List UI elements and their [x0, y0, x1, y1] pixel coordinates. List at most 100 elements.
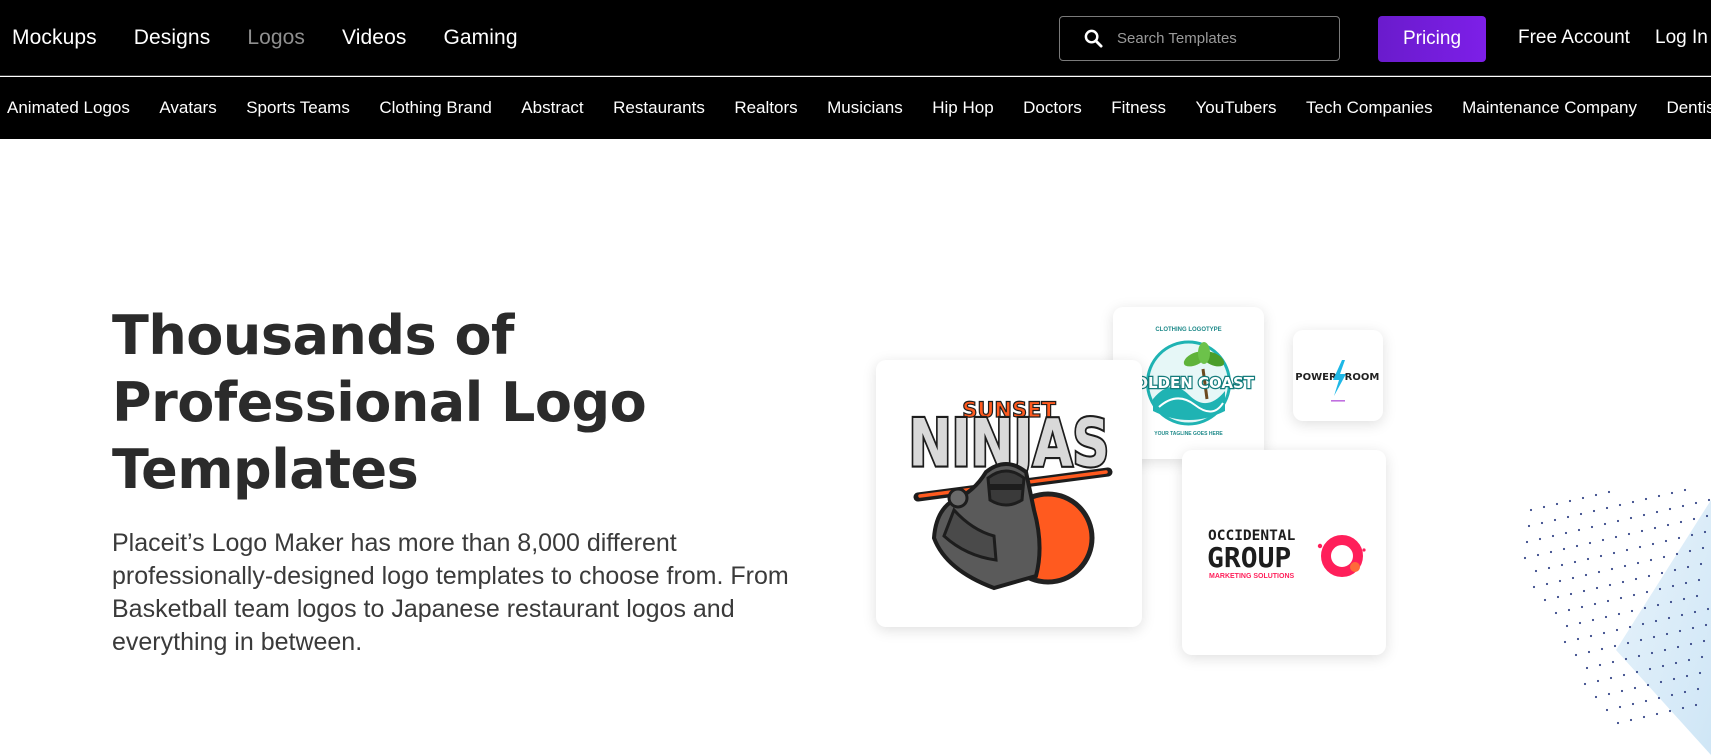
decor-dot [1527, 524, 1531, 528]
category-hip-hop[interactable]: Hip Hop [932, 98, 993, 118]
decor-dot [1644, 497, 1648, 501]
search-input[interactable] [1117, 30, 1327, 47]
sunset-ninjas-logo: SUNSET NINJAS [907, 397, 1113, 591]
logo-card-power-room[interactable]: POWER ROOM [1293, 330, 1383, 421]
category-maintenance-company[interactable]: Maintenance Company [1462, 98, 1637, 118]
decor-dot [1684, 581, 1688, 585]
decor-dot [1635, 670, 1639, 674]
decor-dot [1680, 613, 1684, 617]
decor-dot [1681, 706, 1685, 710]
decor-dot [1577, 528, 1581, 532]
category-dentists[interactable]: Dentists [1666, 98, 1711, 118]
decor-dot [1629, 718, 1633, 722]
category-restaurants[interactable]: Restaurants [613, 98, 705, 118]
pricing-button[interactable]: Pricing [1378, 16, 1486, 62]
decor-dot [1604, 615, 1608, 619]
decor-dot [1628, 625, 1632, 629]
decor-dot [1529, 508, 1533, 512]
decor-dot [1605, 506, 1609, 510]
decor-dot [1545, 582, 1549, 586]
search-icon [1084, 29, 1103, 48]
decor-dot [1677, 536, 1681, 540]
decor-dot [1589, 634, 1593, 638]
decor-dot [1594, 493, 1598, 497]
nav-logos[interactable]: Logos [247, 26, 305, 50]
decor-dot [1579, 512, 1583, 516]
hero-description: Placeit’s Logo Maker has more than 8,000… [112, 529, 789, 656]
decor-dot [1605, 708, 1609, 712]
decor-dot [1584, 573, 1588, 577]
nav-designs[interactable]: Designs [134, 26, 211, 50]
decor-dot [1619, 596, 1623, 600]
category-realtors[interactable]: Realtors [734, 98, 797, 118]
decor-dot [1534, 569, 1538, 573]
decor-dot [1573, 560, 1577, 564]
decor-dot [1663, 648, 1667, 652]
decor-dot [1592, 509, 1596, 513]
decor-dot [1643, 606, 1647, 610]
decor-dot [1629, 516, 1633, 520]
decor-dot [1542, 505, 1546, 509]
decor-dot [1624, 657, 1628, 661]
category-avatars[interactable]: Avatars [159, 98, 216, 118]
decor-dot [1669, 600, 1673, 604]
decor-dot [1651, 542, 1655, 546]
decor-dot [1655, 510, 1659, 514]
decor-dot [1689, 642, 1693, 646]
decor-dot [1616, 721, 1620, 725]
decor-dot [1695, 594, 1699, 598]
category-fitness[interactable]: Fitness [1111, 98, 1166, 118]
decor-dot [1707, 498, 1711, 502]
decor-dot [1666, 523, 1670, 527]
category-abstract[interactable]: Abstract [521, 98, 583, 118]
decor-dot [1615, 628, 1619, 632]
category-doctors[interactable]: Doctors [1023, 98, 1082, 118]
decor-dot [1644, 699, 1648, 703]
decor-dot [1609, 676, 1613, 680]
free-account-link[interactable]: Free Account [1518, 0, 1630, 76]
decor-dot [1654, 619, 1658, 623]
search-box[interactable] [1059, 16, 1340, 61]
logo-card-occidental-group[interactable]: OCCIDENTAL GROUP MARKETING SOLUTIONS [1182, 450, 1386, 655]
logo-card-sunset-ninjas[interactable]: SUNSET NINJAS [876, 360, 1142, 627]
decor-dot [1632, 593, 1636, 597]
nav-mockups[interactable]: Mockups [12, 26, 97, 50]
decor-dot [1631, 500, 1635, 504]
decor-dot [1617, 612, 1621, 616]
decor-dot [1630, 609, 1634, 613]
decor-dot [1607, 490, 1611, 494]
top-navbar: Mockups Designs Logos Videos Gaming Pric… [0, 0, 1711, 76]
category-sports-teams[interactable]: Sports Teams [246, 98, 350, 118]
decor-dot [1523, 556, 1527, 560]
decor-dot [1594, 695, 1598, 699]
decor-dot [1639, 638, 1643, 642]
decor-dot [1662, 555, 1666, 559]
decor-dot [1568, 499, 1572, 503]
category-youtubers[interactable]: YouTubers [1196, 98, 1277, 118]
decor-dot [1659, 680, 1663, 684]
category-tech-companies[interactable]: Tech Companies [1306, 98, 1433, 118]
decor-dot [1631, 702, 1635, 706]
decor-dot [1648, 667, 1652, 671]
decor-dot [1690, 533, 1694, 537]
nav-videos[interactable]: Videos [342, 26, 406, 50]
decor-dot [1683, 690, 1687, 694]
category-animated-logos[interactable]: Animated Logos [7, 98, 130, 118]
hero-title-line: Thousands of [112, 304, 515, 367]
decor-dot [1636, 561, 1640, 565]
decor-dot [1676, 645, 1680, 649]
category-musicians[interactable]: Musicians [827, 98, 903, 118]
hero-title-line: Professional Logo [112, 371, 647, 434]
nav-gaming[interactable]: Gaming [443, 26, 517, 50]
decor-dot [1640, 529, 1644, 533]
category-clothing-brand[interactable]: Clothing Brand [379, 98, 491, 118]
decor-dot [1675, 552, 1679, 556]
decor-dot [1693, 610, 1697, 614]
login-link[interactable]: Log In [1655, 0, 1708, 76]
decor-dot [1598, 663, 1602, 667]
decor-dot [1590, 525, 1594, 529]
decor-dot [1670, 693, 1674, 697]
decor-dot [1601, 538, 1605, 542]
decor-dot [1558, 579, 1562, 583]
decor-dot [1656, 603, 1660, 607]
